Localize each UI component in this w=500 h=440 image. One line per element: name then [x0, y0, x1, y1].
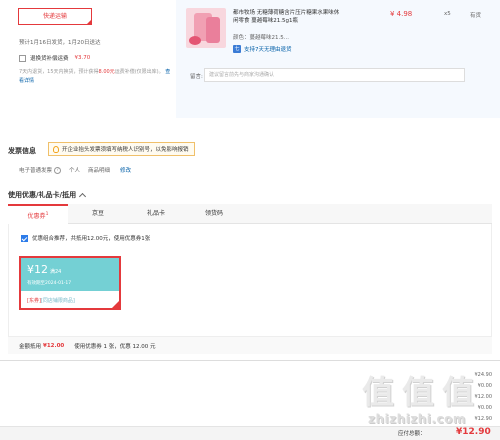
coupon-summary-amount: ¥12.00 — [43, 342, 65, 349]
insurance-checkbox[interactable] — [19, 54, 26, 62]
tab-gift-card-label: 礼品卡 — [146, 210, 165, 217]
insurance-desc-text-3: 出库)。 — [146, 69, 164, 75]
product-bag-shape-2 — [206, 17, 220, 43]
recommend-text: 优惠组合推荐，共抵用12.00元，使用优惠券1张 — [32, 236, 151, 242]
coupon-section-toggle[interactable]: 使用优惠/礼品卡/抵用 — [8, 190, 87, 200]
divider — [0, 360, 500, 361]
coupon-summary-label: 金额抵用 — [19, 343, 42, 350]
product-color: 颜色：蔓越莓味21.5... — [233, 35, 289, 41]
shipping-panel: 快递运输 预计1月16日发货，1月20日送达 退换货补偿运费 ¥3.70 7天内… — [0, 0, 176, 118]
tab-coupons-label: 优惠券 — [27, 213, 46, 220]
stock-status: 有货 — [470, 13, 482, 19]
insurance-price: ¥3.70 — [74, 55, 91, 61]
tab-jingdou[interactable]: 京豆 — [68, 204, 128, 224]
tab-pickup-code-label: 领货码 — [204, 210, 223, 217]
coupon-scope: [东券][同店铺限商品] — [27, 297, 75, 304]
invoice-details: 电子普通发票 ? 个人 商品明细 修改 — [19, 166, 131, 174]
product-quantity: x5 — [444, 11, 451, 17]
product-title[interactable]: 都市牧场 无糖薄荷糖含片压片糖果水果味休闲零食 蔓越莓味21.5g1瓶 — [233, 9, 341, 25]
return-policy-icon: 七 — [233, 45, 241, 53]
coupon-amount-value: ¥12 — [27, 263, 48, 276]
invoice-holder: 个人 — [69, 168, 81, 174]
tab-gift-card[interactable]: 礼品卡 — [126, 204, 186, 224]
watermark-char: 值 — [362, 373, 395, 411]
tab-jingdou-label: 京豆 — [91, 210, 104, 217]
product-fruit-shape — [189, 36, 201, 45]
tab-coupons[interactable]: 优惠券1 — [8, 204, 68, 224]
lightbulb-icon — [53, 145, 59, 153]
invoice-type: 电子普通发票 — [19, 168, 53, 174]
watermark-char: 值 — [402, 373, 435, 411]
selected-check-icon — [111, 300, 120, 309]
product-price: ¥ 4.98 — [390, 10, 413, 18]
recommend-checkbox[interactable] — [21, 234, 28, 242]
coupon-amount: ¥12 满24 — [27, 263, 61, 276]
coupon-tabs: 优惠券1 京豆 礼品卡 领货码 — [8, 204, 492, 224]
invoice-tip: 开企业抬头发票须填写纳税人识别号，以免影响报销 — [48, 142, 195, 156]
product-image[interactable] — [186, 8, 226, 48]
note-input[interactable]: 建议留言前先与商家沟通确认 — [204, 68, 465, 82]
insurance-desc-text-2: 运费补偿(仅限 — [114, 69, 147, 75]
chevron-up-icon — [79, 192, 87, 200]
express-shipping-label: 快递运输 — [42, 13, 67, 20]
recommend-combo-row[interactable]: 优惠组合推荐，共抵用12.00元，使用优惠券1张 — [21, 234, 150, 242]
return-policy-text: 支持7天无理由退货 — [244, 47, 292, 53]
coupon-section-title: 使用优惠/礼品卡/抵用 — [8, 191, 77, 199]
site-watermark: 值 值 值 zhizhizhi.com — [360, 374, 490, 434]
selected-corner-icon — [86, 19, 92, 25]
tab-pickup-code[interactable]: 领货码 — [184, 204, 244, 224]
coupon-scope-text: [同店铺限商品] — [40, 298, 75, 304]
coupon-scope-tag: [东券] — [27, 298, 41, 304]
insurance-highlight: 8.00元 — [98, 69, 115, 75]
coupon-card-header: ¥12 满24 有效期至2024-01-17 — [21, 258, 119, 291]
coupon-expiry: 有效期至2024-01-17 — [27, 281, 72, 286]
note-label: 留言: — [190, 74, 203, 80]
insurance-label: 退换货补偿运费 — [30, 56, 69, 62]
insurance-description: 7天内退货，15天内换货，预计获得8.00元运费补偿(仅限出库)。 查看详情 — [19, 68, 174, 86]
watermark-char: 值 — [442, 373, 475, 411]
insurance-desc-text: 7天内退货，15天内换货，预计获得 — [19, 69, 99, 75]
delivery-date: 预计1月16日发货，1月20日送达 — [19, 40, 101, 46]
invoice-section-title: 发票信息 — [8, 147, 36, 155]
return-policy: 七 支持7天无理由退货 — [233, 45, 292, 53]
coupon-condition: 满24 — [50, 269, 62, 275]
coupon-card[interactable]: ¥12 满24 有效期至2024-01-17 [东券][同店铺限商品] — [19, 256, 121, 310]
tab-coupons-count: 1 — [45, 212, 49, 217]
coupon-summary: 金额抵用 ¥12.00 使用优惠券 1 张，优惠 12.00 元 — [8, 336, 492, 354]
coupon-summary-detail: 使用优惠券 1 张，优惠 12.00 元 — [74, 343, 156, 350]
express-shipping-button[interactable]: 快递运输 — [18, 8, 92, 25]
watermark-url: zhizhizhi.com — [368, 412, 466, 426]
help-icon[interactable]: ? — [54, 166, 62, 174]
shipping-insurance-row[interactable]: 退换货补偿运费 ¥3.70 — [19, 54, 90, 62]
invoice-content: 商品明细 — [88, 168, 111, 174]
invoice-tip-text: 开企业抬头发票须填写纳税人识别号，以免影响报销 — [62, 147, 189, 153]
invoice-modify-link[interactable]: 修改 — [120, 166, 131, 174]
